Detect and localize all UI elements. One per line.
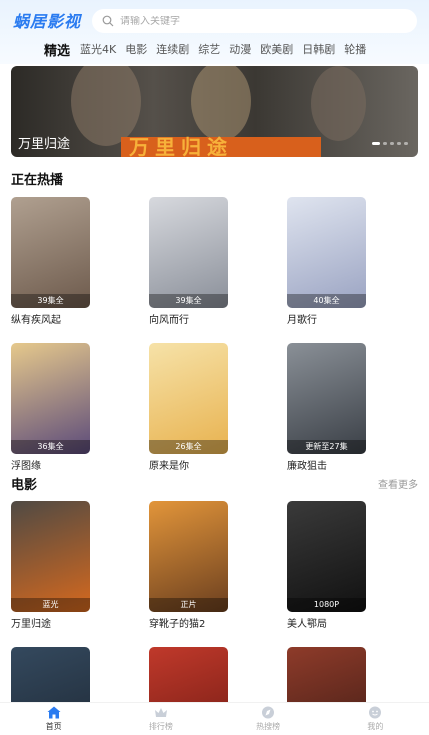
nav-rankings[interactable]: 排行榜 — [107, 703, 214, 735]
tab-bluray-4k[interactable]: 蓝光4K — [80, 41, 116, 57]
card-title[interactable]: 纵有疾风起 — [11, 311, 90, 326]
media-card[interactable]: 蓝光 万里归途 — [11, 501, 90, 630]
tab-anime[interactable]: 动漫 — [229, 41, 251, 57]
banner-figure — [191, 66, 251, 141]
card-title[interactable]: 月歌行 — [287, 311, 366, 326]
user-icon — [369, 706, 382, 719]
card-title[interactable]: 原来是你 — [149, 457, 228, 472]
app-logo[interactable]: 蜗居影视 — [13, 8, 81, 32]
media-card[interactable]: 26集全 原来是你 — [149, 343, 228, 472]
media-card[interactable]: 36集全 浮图缘 — [11, 343, 90, 472]
poster[interactable]: 1080P — [287, 501, 366, 612]
quality-badge: 蓝光 — [11, 598, 90, 612]
media-card[interactable]: 40集全 月歌行 — [287, 197, 366, 326]
card-title[interactable]: 穿靴子的猫2 — [149, 615, 228, 630]
episode-badge: 更新至27集 — [287, 440, 366, 454]
poster[interactable]: 26集全 — [149, 343, 228, 454]
media-card[interactable]: 1080P 美人鄂局 — [287, 501, 366, 630]
carousel-dot[interactable] — [383, 142, 387, 145]
tab-jk-series[interactable]: 日韩剧 — [302, 41, 335, 57]
tab-carousel[interactable]: 轮播 — [344, 41, 366, 57]
nav-label: 热搜榜 — [256, 722, 281, 731]
carousel-dot[interactable] — [390, 142, 394, 145]
movies-grid: 蓝光 万里归途 正片 穿靴子的猫2 1080P 美人鄂局 — [11, 501, 421, 735]
banner-poster-text: 万里归途 — [129, 135, 233, 157]
search-input[interactable] — [120, 15, 400, 27]
nav-label: 我的 — [367, 722, 384, 731]
card-title[interactable]: 浮图缘 — [11, 457, 90, 472]
bottom-navigation: 首页 排行榜 热搜榜 我的 — [0, 702, 429, 735]
nav-home[interactable]: 首页 — [0, 703, 107, 735]
carousel-dots — [372, 142, 408, 145]
episode-badge: 39集全 — [11, 294, 90, 308]
tab-featured[interactable]: 精选 — [44, 40, 70, 62]
card-title[interactable]: 万里归途 — [11, 615, 90, 630]
tab-movies[interactable]: 电影 — [125, 41, 147, 57]
poster[interactable]: 39集全 — [11, 197, 90, 308]
search-bar[interactable] — [92, 9, 417, 33]
banner-figure — [71, 66, 141, 146]
tab-western-series[interactable]: 欧美剧 — [260, 41, 293, 57]
banner-figure — [311, 66, 366, 141]
hot-grid: 39集全 纵有疾风起 39集全 向风而行 40集全 月歌行 36集全 浮图缘 2… — [11, 197, 421, 472]
tab-series[interactable]: 连续剧 — [156, 41, 189, 57]
card-title[interactable]: 美人鄂局 — [287, 615, 366, 630]
tab-variety[interactable]: 综艺 — [198, 41, 220, 57]
carousel-dot[interactable] — [404, 142, 408, 145]
media-card[interactable]: 39集全 纵有疾风起 — [11, 197, 90, 326]
poster[interactable]: 36集全 — [11, 343, 90, 454]
view-more-link[interactable]: 查看更多 — [378, 476, 418, 491]
card-title[interactable]: 廉政狙击 — [287, 457, 366, 472]
episode-badge: 36集全 — [11, 440, 90, 454]
quality-badge: 正片 — [149, 598, 228, 612]
section-title-hot: 正在热播 — [11, 173, 64, 188]
section-title-movies: 电影 — [11, 478, 38, 493]
media-card[interactable]: 更新至27集 廉政狙击 — [287, 343, 366, 472]
search-icon — [102, 15, 114, 27]
episode-badge: 40集全 — [287, 294, 366, 308]
poster[interactable]: 更新至27集 — [287, 343, 366, 454]
featured-banner[interactable]: 万里归途 万里归途 — [11, 66, 418, 157]
poster[interactable]: 正片 — [149, 501, 228, 612]
nav-label: 首页 — [45, 722, 62, 731]
nav-profile[interactable]: 我的 — [322, 703, 429, 735]
nav-trending[interactable]: 热搜榜 — [215, 703, 322, 735]
media-card[interactable]: 39集全 向风而行 — [149, 197, 228, 326]
card-title[interactable]: 向风而行 — [149, 311, 228, 326]
compass-icon — [262, 706, 275, 719]
media-card[interactable]: 正片 穿靴子的猫2 — [149, 501, 228, 630]
header: 蜗居影视 精选 蓝光4K 电影 连续剧 综艺 动漫 欧美剧 日韩剧 轮播 — [0, 0, 429, 64]
quality-badge: 1080P — [287, 598, 366, 612]
nav-label: 排行榜 — [148, 722, 173, 731]
episode-badge: 39集全 — [149, 294, 228, 308]
poster[interactable]: 39集全 — [149, 197, 228, 308]
poster[interactable]: 蓝光 — [11, 501, 90, 612]
crown-icon — [154, 708, 167, 717]
poster[interactable]: 40集全 — [287, 197, 366, 308]
episode-badge: 26集全 — [149, 440, 228, 454]
carousel-dot[interactable] — [397, 142, 401, 145]
home-icon — [47, 706, 61, 719]
carousel-dot[interactable] — [372, 142, 380, 145]
banner-title: 万里归途 — [18, 137, 71, 152]
category-tabs: 精选 蓝光4K 电影 连续剧 综艺 动漫 欧美剧 日韩剧 轮播 — [0, 36, 429, 62]
